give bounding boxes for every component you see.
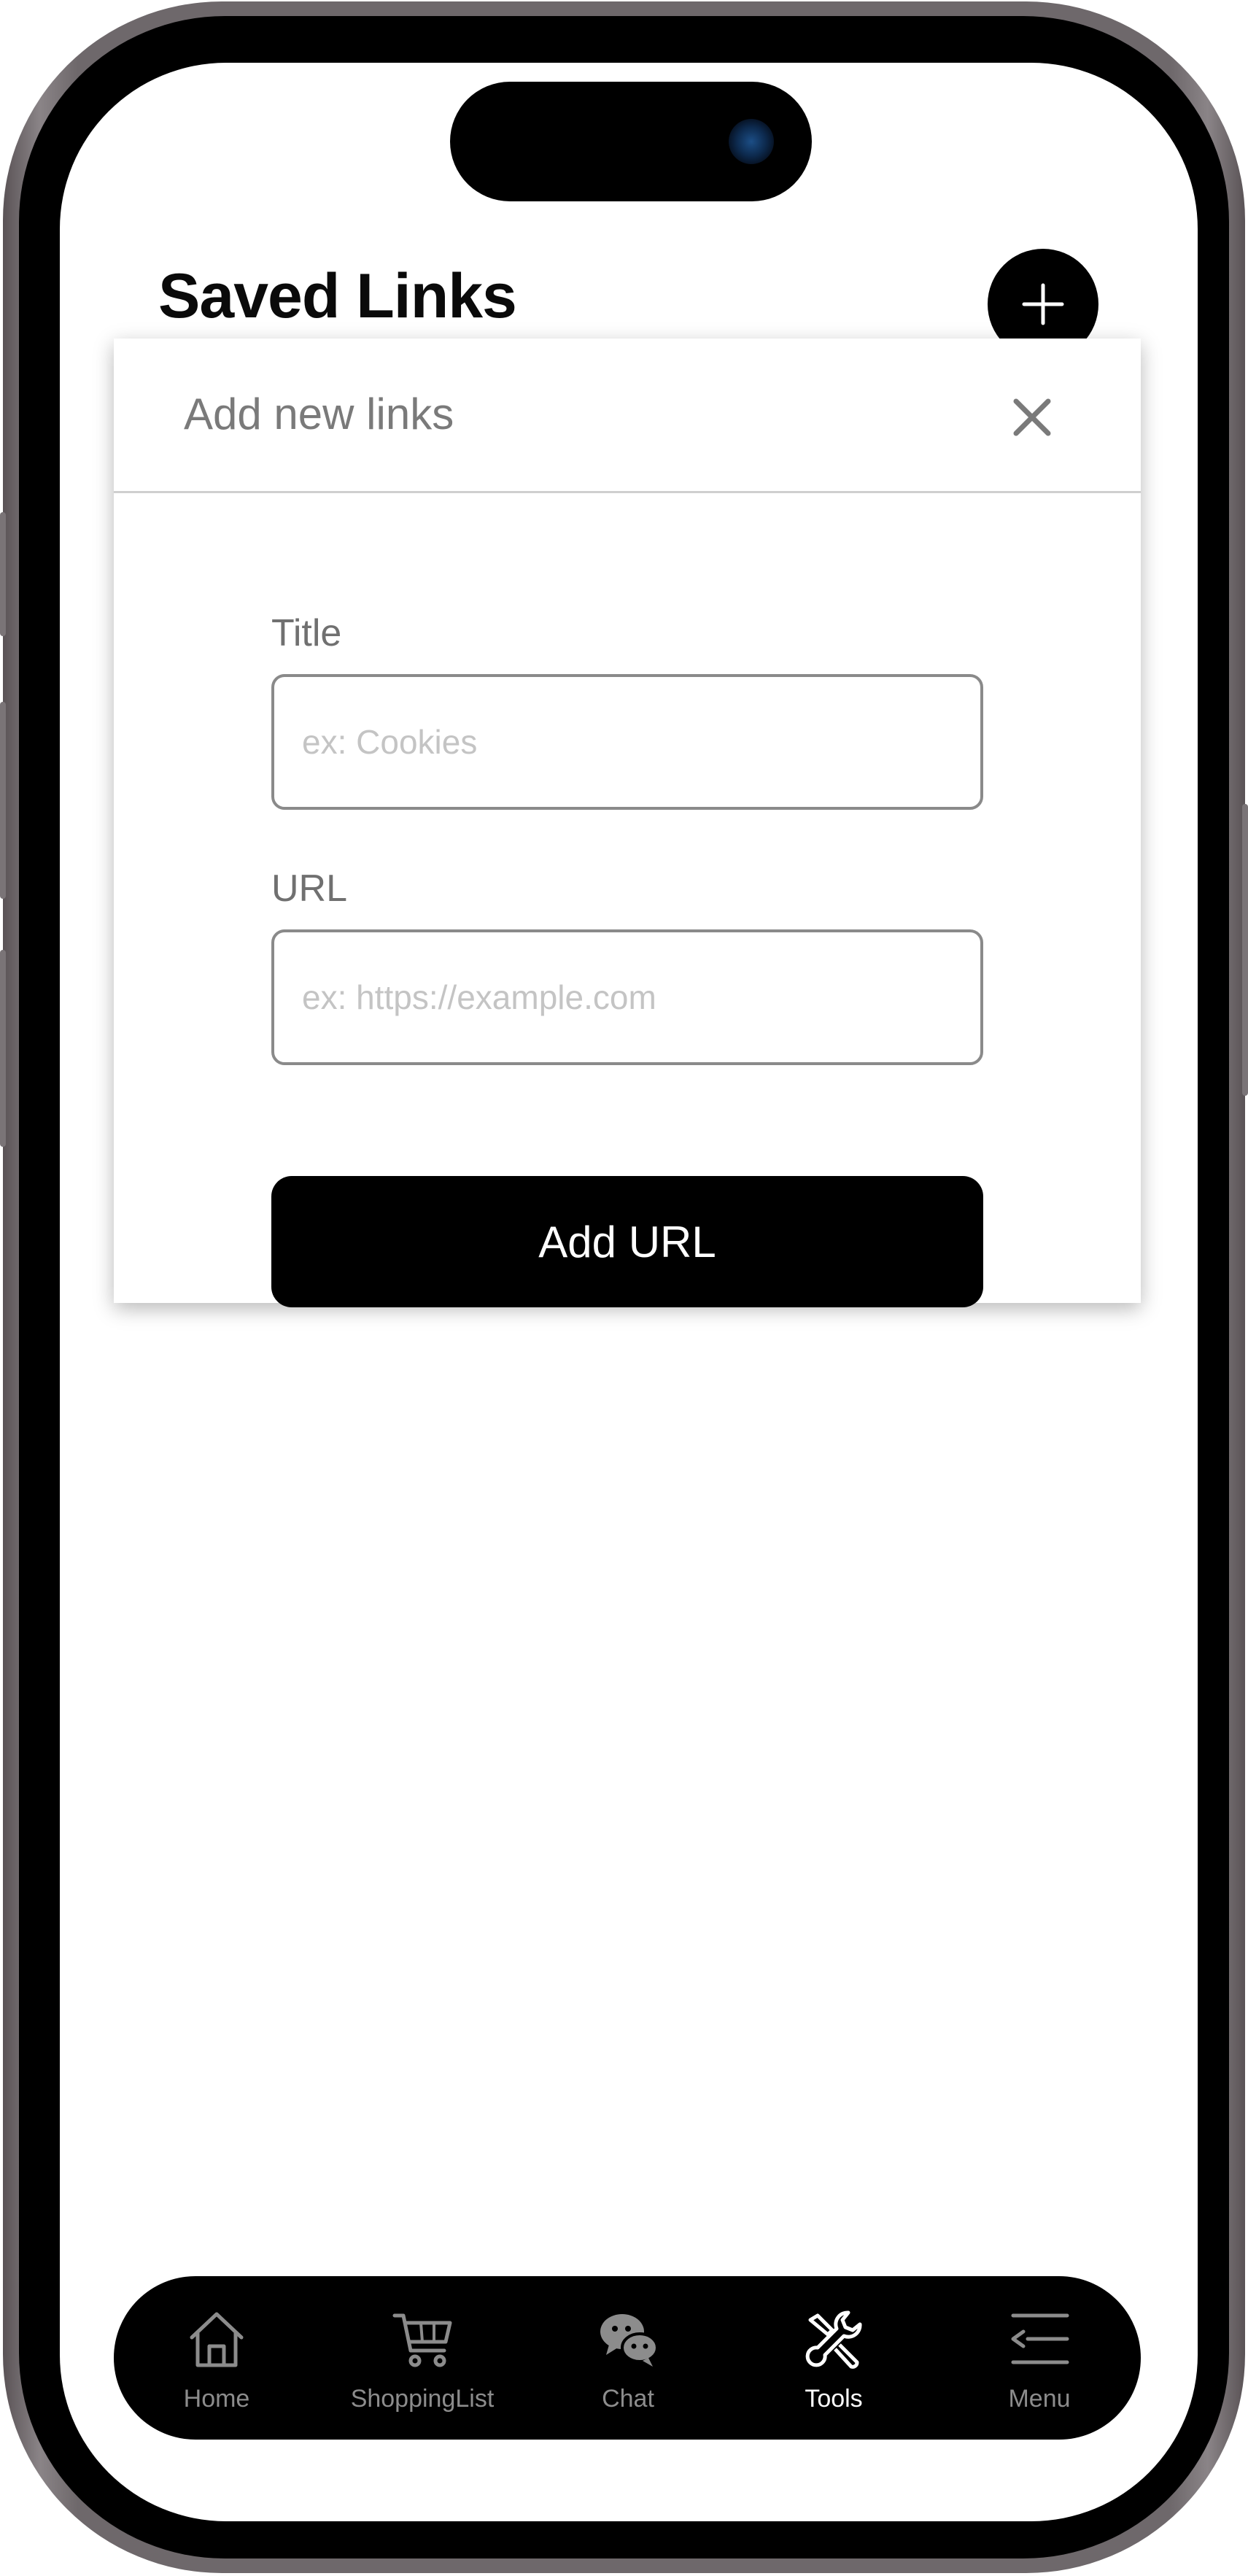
add-url-button[interactable]: Add URL xyxy=(271,1176,983,1307)
page-title: Saved Links xyxy=(158,261,517,331)
power-button xyxy=(1242,804,1248,1096)
modal-header: Add new links xyxy=(114,339,1141,493)
url-field-label: URL xyxy=(271,867,348,910)
add-links-modal: Add new links Title URL Add URL xyxy=(114,339,1141,1307)
chat-icon xyxy=(600,2314,659,2367)
cart-icon xyxy=(392,2313,452,2367)
tab-menu-label: Menu xyxy=(1008,2385,1071,2413)
url-input[interactable] xyxy=(271,929,983,1065)
tab-shoppinglist-label: ShoppingList xyxy=(350,2385,495,2413)
close-icon xyxy=(1013,398,1051,436)
tab-shoppinglist[interactable]: ShoppingList xyxy=(319,2276,525,2440)
plus-icon xyxy=(1022,283,1064,325)
volume-down-button xyxy=(0,950,6,1147)
camera-icon xyxy=(729,119,774,164)
title-input[interactable] xyxy=(271,674,983,810)
close-button[interactable] xyxy=(1006,391,1058,444)
dynamic-island xyxy=(450,82,812,201)
tab-chat-label: Chat xyxy=(602,2385,654,2413)
screen: Saved Links Add new links Title URL xyxy=(60,63,1198,2521)
tab-tools-label: Tools xyxy=(805,2385,863,2413)
modal-title: Add new links xyxy=(184,390,454,438)
tab-home-label: Home xyxy=(183,2385,250,2413)
home-icon xyxy=(190,2312,244,2367)
tools-icon xyxy=(805,2310,862,2369)
volume-up-button xyxy=(0,702,6,899)
title-field-label: Title xyxy=(271,612,342,654)
bottom-tab-bar: Home ShoppingList Chat Tools Menu xyxy=(114,2276,1141,2440)
tab-home[interactable]: Home xyxy=(114,2276,319,2440)
phone-frame: Saved Links Add new links Title URL xyxy=(0,1,1248,2573)
menu-icon xyxy=(1011,2313,1069,2364)
action-button xyxy=(0,512,6,636)
tab-chat[interactable]: Chat xyxy=(525,2276,731,2440)
tab-tools[interactable]: Tools xyxy=(731,2276,937,2440)
tab-menu[interactable]: Menu xyxy=(937,2276,1142,2440)
